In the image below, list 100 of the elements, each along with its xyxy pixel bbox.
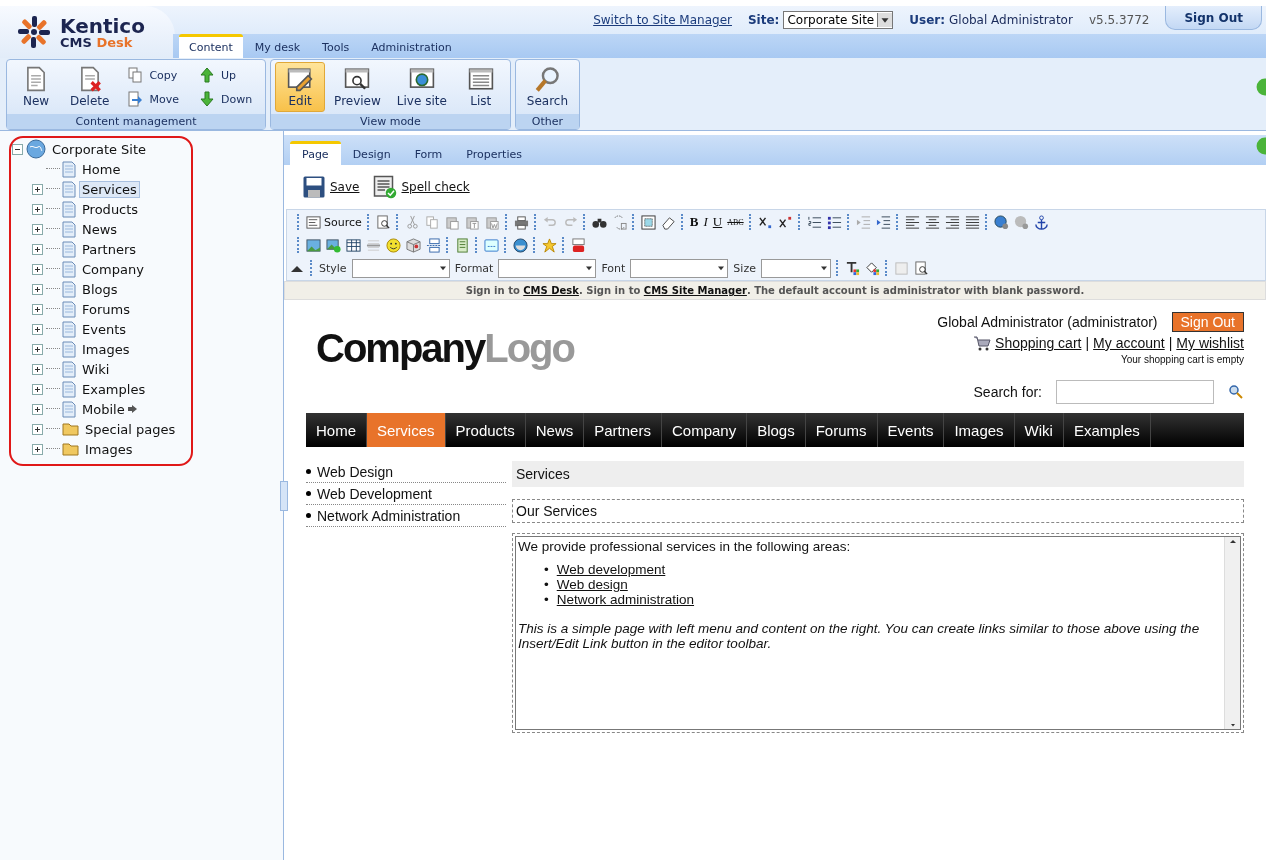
ribbon-button[interactable]: Search xyxy=(519,62,576,112)
tree-item[interactable]: Wiki xyxy=(79,360,113,378)
module-tab[interactable]: Administration xyxy=(361,37,462,58)
smiley-button[interactable] xyxy=(386,237,401,253)
account-link[interactable]: My account xyxy=(1093,335,1165,351)
justify-button[interactable] xyxy=(964,214,980,230)
bullet-list-button[interactable] xyxy=(826,214,842,230)
cube-button[interactable] xyxy=(406,237,421,253)
star-button[interactable] xyxy=(542,237,557,253)
tree-item[interactable]: Blogs xyxy=(79,280,121,298)
align-center-button[interactable] xyxy=(924,214,940,230)
tree-item[interactable]: Company xyxy=(79,260,147,278)
align-left-button[interactable] xyxy=(904,214,920,230)
editor-dropdown[interactable] xyxy=(760,258,831,278)
tree-item[interactable]: Images xyxy=(79,340,133,358)
site-dropdown[interactable]: Corporate Site xyxy=(783,11,894,29)
expand-icon[interactable] xyxy=(32,283,43,295)
content-editor[interactable] xyxy=(515,536,1241,730)
account-link[interactable]: Shopping cart xyxy=(995,335,1082,351)
text-color-button[interactable] xyxy=(844,260,860,276)
editor-dropdown[interactable] xyxy=(498,258,597,278)
site-nav-item[interactable]: Products xyxy=(445,413,526,447)
expand-icon[interactable] xyxy=(32,363,43,375)
preview-button[interactable] xyxy=(375,214,391,230)
site-nav-item[interactable]: Blogs xyxy=(747,413,806,447)
fill-color-button[interactable] xyxy=(864,260,880,276)
anchor-button[interactable] xyxy=(1033,214,1049,230)
expand-icon[interactable] xyxy=(32,243,43,255)
bold-button[interactable]: B xyxy=(689,214,699,230)
expand-icon[interactable] xyxy=(32,403,43,415)
switch-site-manager-link[interactable]: Switch to Site Manager xyxy=(593,13,732,27)
tree-item[interactable]: Mobile xyxy=(79,400,128,418)
strikethrough-button[interactable]: ABC xyxy=(727,217,744,227)
search-icon[interactable] xyxy=(1228,384,1244,400)
tree-item[interactable]: Corporate Site xyxy=(49,140,150,158)
site-nav-item[interactable]: Events xyxy=(877,413,945,447)
expand-icon[interactable] xyxy=(32,383,43,395)
expand-icon[interactable] xyxy=(32,203,43,215)
page-break-button[interactable] xyxy=(426,237,441,253)
ribbon-button[interactable]: Edit xyxy=(275,62,326,112)
tree-item[interactable]: Forums xyxy=(79,300,133,318)
ball-button[interactable] xyxy=(513,237,528,253)
tree-item[interactable]: Partners xyxy=(79,240,140,258)
align-right-button[interactable] xyxy=(944,214,960,230)
site-nav-item[interactable]: Partners xyxy=(584,413,662,447)
globe-link-button[interactable] xyxy=(993,214,1009,230)
spell-check-link[interactable]: Spell check xyxy=(373,175,470,199)
tree-item[interactable]: Services xyxy=(79,180,140,198)
expand-icon[interactable] xyxy=(32,343,43,355)
site-nav-item[interactable]: News xyxy=(525,413,585,447)
expand-icon[interactable] xyxy=(32,423,43,435)
tree-item[interactable]: Home xyxy=(79,160,124,178)
save-link[interactable]: Save xyxy=(302,175,360,199)
module-tab[interactable]: Content xyxy=(179,34,243,58)
image-button[interactable] xyxy=(306,237,321,253)
sign-out-button[interactable]: Sign Out xyxy=(1165,6,1262,30)
expand-icon[interactable] xyxy=(32,303,43,315)
tree-item[interactable]: Events xyxy=(79,320,129,338)
tree-item[interactable]: Examples xyxy=(79,380,149,398)
ribbon-button[interactable]: Copy xyxy=(124,65,182,85)
expand-icon[interactable] xyxy=(32,323,43,335)
account-link[interactable]: My wishlist xyxy=(1176,335,1244,351)
site-nav-item[interactable]: Company xyxy=(661,413,748,447)
site-nav-item[interactable]: Examples xyxy=(1063,413,1151,447)
ribbon-button[interactable]: Preview xyxy=(327,62,388,112)
expand-icon[interactable] xyxy=(32,183,43,195)
eraser-button[interactable] xyxy=(660,214,676,230)
table-button[interactable] xyxy=(346,237,361,253)
scroll-up-icon[interactable] xyxy=(1228,537,1237,545)
editor-dropdown[interactable] xyxy=(630,258,729,278)
ribbon-button[interactable]: New xyxy=(11,62,61,112)
editor-dropdown[interactable] xyxy=(351,258,450,278)
image-add-button[interactable] xyxy=(326,237,341,253)
preview-button[interactable] xyxy=(913,260,929,276)
collapse-handle[interactable] xyxy=(280,481,288,511)
editor-tab[interactable]: Form xyxy=(402,144,455,165)
module-tab[interactable]: My desk xyxy=(244,37,311,58)
tree-item[interactable]: Special pages xyxy=(82,420,179,438)
editor-tab[interactable]: Properties xyxy=(454,144,534,165)
expand-icon[interactable] xyxy=(32,223,43,235)
video-button[interactable] xyxy=(571,237,586,253)
expand-icon[interactable] xyxy=(32,263,43,275)
ribbon-button[interactable]: Up xyxy=(195,65,256,85)
collapse-icon[interactable] xyxy=(12,143,23,155)
site-nav-item[interactable]: Forums xyxy=(805,413,878,447)
paste-word-button[interactable] xyxy=(484,214,500,230)
service-link[interactable]: Web design xyxy=(556,577,628,592)
numbered-list-button[interactable] xyxy=(806,214,822,230)
source-button[interactable]: Source xyxy=(306,214,362,230)
superscript-button[interactable] xyxy=(777,214,793,230)
expand-icon[interactable] xyxy=(32,443,43,455)
side-menu-item[interactable]: Web Design xyxy=(306,461,506,483)
tree-item[interactable]: News xyxy=(79,220,121,238)
ribbon-button[interactable]: Delete xyxy=(63,62,117,112)
paste-text-button[interactable] xyxy=(464,214,480,230)
editor-tab[interactable]: Page xyxy=(290,141,341,165)
module-tab[interactable]: Tools xyxy=(312,37,360,58)
italic-button[interactable]: I xyxy=(703,214,708,230)
select-all-button[interactable] xyxy=(640,214,656,230)
tree-item[interactable]: Products xyxy=(79,200,142,218)
